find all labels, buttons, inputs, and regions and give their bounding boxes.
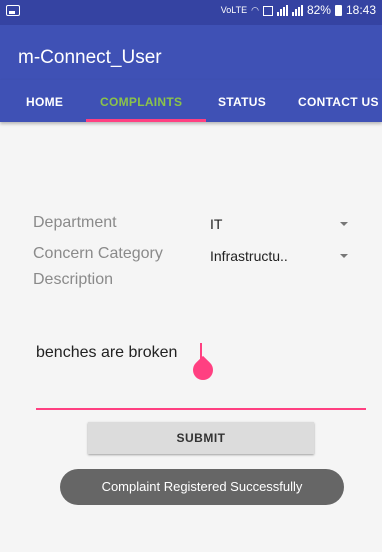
description-label: Description (33, 271, 114, 288)
department-label: Department (33, 214, 117, 231)
signal-icon (276, 5, 288, 16)
tab-contact-us[interactable]: CONTACT US (298, 95, 379, 109)
description-input[interactable]: benches are broken (36, 344, 177, 362)
signal-2-icon (291, 5, 303, 16)
department-dropdown[interactable]: IT (210, 216, 222, 232)
toast-message: Complaint Registered Successfully (60, 469, 344, 505)
concern-category-dropdown[interactable]: Infrastructu.. (210, 248, 288, 264)
status-icons: VoLTE ◠ 82% 18:43 (220, 3, 376, 17)
tab-status[interactable]: STATUS (218, 95, 266, 109)
department-dropdown-arrow-icon[interactable] (340, 222, 348, 226)
wifi-icon: ◠ (251, 5, 259, 15)
submit-button[interactable]: SUBMIT (88, 422, 314, 454)
concern-category-dropdown-arrow-icon[interactable] (340, 254, 348, 258)
status-bar: VoLTE ◠ 82% 18:43 (0, 0, 382, 25)
battery-percent: 82% (306, 3, 331, 17)
tab-complaints[interactable]: COMPLAINTS (100, 95, 182, 109)
tab-bar: HOME COMPLAINTS STATUS CONTACT US (0, 80, 382, 122)
battery-icon (334, 5, 342, 16)
volte-icon: VoLTE (220, 5, 248, 15)
tab-indicator (86, 119, 206, 122)
description-underline (36, 408, 366, 410)
clock: 18:43 (345, 3, 376, 17)
app-title: m-Connect_User (18, 47, 162, 68)
concern-category-label: Concern Category (33, 245, 163, 262)
tab-home[interactable]: HOME (26, 95, 63, 109)
nfc-icon (262, 5, 273, 16)
cursor-handle-icon[interactable] (188, 355, 218, 385)
gallery-icon (6, 5, 20, 16)
app-bar: m-Connect_User (0, 25, 382, 80)
